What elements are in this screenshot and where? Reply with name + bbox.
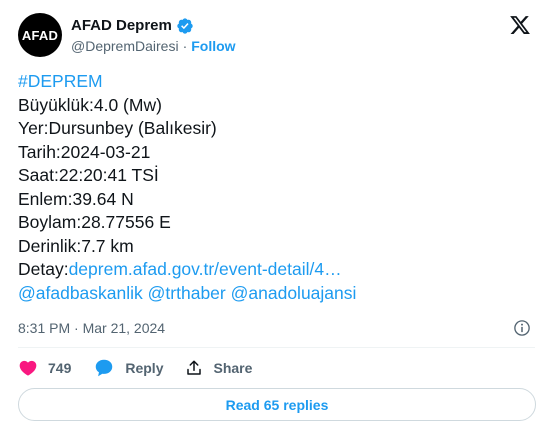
longitude-line: Boylam:28.77556 E <box>18 212 171 232</box>
read-replies-button[interactable]: Read 65 replies <box>18 388 536 421</box>
tweet-card: AFAD AFAD Deprem @DepremDairesi · Follow… <box>0 0 549 434</box>
verified-badge-icon <box>177 17 193 34</box>
magnitude-line: Büyüklük:4.0 (Mw) <box>18 94 162 115</box>
name-row: AFAD Deprem <box>71 17 236 35</box>
share-icon <box>187 360 202 375</box>
reply-bubble-icon <box>96 359 113 377</box>
info-icon[interactable] <box>513 319 531 337</box>
action-bar: 749 Reply Share <box>18 356 274 380</box>
handle[interactable]: @DepremDairesi <box>71 38 179 54</box>
follow-button[interactable]: Follow <box>191 38 235 54</box>
mention-link[interactable]: @trthaber <box>148 283 226 303</box>
latitude-line: Enlem:39.64 N <box>18 188 134 209</box>
like-count: 749 <box>48 360 72 376</box>
like-button[interactable]: 749 <box>18 358 71 378</box>
divider <box>18 347 535 348</box>
display-name[interactable]: AFAD Deprem <box>71 17 172 34</box>
detail-label: Detay: <box>18 259 69 279</box>
heart-icon <box>19 360 37 376</box>
tweet-header: AFAD AFAD Deprem @DepremDairesi · Follow <box>18 12 535 58</box>
date-line: Tarih:2024-03-21 <box>18 141 151 162</box>
detail-line: Detay:deprem.afad.gov.tr/event-detail/4… <box>18 258 535 282</box>
x-logo-icon[interactable] <box>509 14 531 36</box>
mention-link[interactable]: @anadoluajansi <box>231 283 357 303</box>
reply-label: Reply <box>125 360 164 376</box>
detail-link[interactable]: deprem.afad.gov.tr/event-detail/4… <box>69 259 342 279</box>
time-line: Saat:22:20:41 TSİ <box>18 165 159 185</box>
tweet-text: #DEPREM Büyüklük:4.0 (Mw) Yer:Dursunbey … <box>18 70 535 305</box>
hashtag-link[interactable]: #DEPREM <box>18 70 535 94</box>
avatar[interactable]: AFAD <box>18 13 62 57</box>
depth-line: Derinlik:7.7 km <box>18 235 134 256</box>
mentions-line: @afadbaskanlik @trthaber @anadoluajansi <box>18 282 535 306</box>
mention-link[interactable]: @afadbaskanlik <box>18 283 143 303</box>
location-line: Yer:Dursunbey (Balıkesir) <box>18 118 217 138</box>
handle-row: @DepremDairesi · Follow <box>71 38 236 54</box>
tweet-meta: 8:31 PM · Mar 21, 2024 <box>18 318 535 338</box>
separator-dot: · <box>182 37 188 54</box>
share-button[interactable]: Share <box>185 359 252 377</box>
reply-button[interactable]: Reply <box>93 357 163 379</box>
author-info: AFAD Deprem @DepremDairesi · Follow <box>71 17 236 54</box>
timestamp[interactable]: 8:31 PM · Mar 21, 2024 <box>18 320 165 336</box>
share-label: Share <box>213 360 253 376</box>
